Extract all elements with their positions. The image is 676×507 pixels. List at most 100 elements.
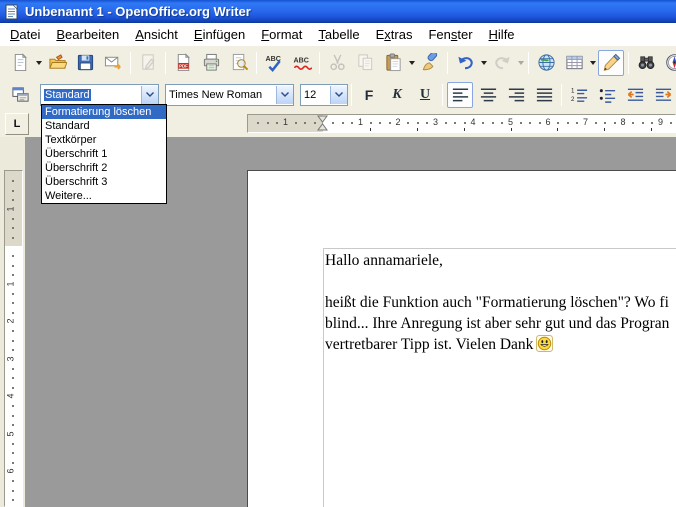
open-file-button[interactable] [44,50,70,76]
show-draw-functions-button[interactable] [598,50,624,76]
ruler-number: 1 [358,117,363,127]
style-dropdown-item[interactable]: Überschrift 3 [42,175,166,189]
align-right-icon [507,85,526,104]
font-size-combobox-value[interactable]: 12 [301,89,330,101]
menu-fenster[interactable]: Fenster [420,24,480,45]
indent-marker[interactable] [317,115,328,133]
spellcheck-button[interactable]: ABC [261,50,287,76]
ruler-tick [12,405,14,407]
combo-dropdown-button[interactable] [276,86,293,104]
text-line[interactable]: blind... Ihre Anregung ist aber sehr gut… [325,313,676,334]
menu-extras[interactable]: Extras [368,24,421,45]
toolbar-separator [447,52,448,74]
text-line[interactable]: vertretbarer Tipp ist. Vielen Dank [325,334,676,355]
ruler-number: 3 [6,356,16,361]
find-replace-button[interactable] [633,50,659,76]
align-justify-button[interactable] [531,82,557,108]
menu-datei[interactable]: Datei [2,24,48,45]
text-line[interactable]: Hallo annamariele, [325,250,676,271]
ruler-tick [12,424,14,426]
copy-pages-icon [356,53,375,72]
text-line[interactable]: heißt die Funktion auch "Formatierung lö… [325,292,676,313]
tab-stop-selector-button[interactable]: L [5,113,29,135]
vertical-ruler-column: 1123456 [0,137,25,507]
print-file-button[interactable] [198,50,224,76]
hyperlink-button[interactable] [533,50,559,76]
font-name-combobox-value[interactable]: Times New Roman [166,89,276,101]
style-dropdown-item[interactable]: Textkörper [42,133,166,147]
text-line[interactable] [325,271,676,292]
ruler-tick [12,227,14,229]
align-center-button[interactable] [475,82,501,108]
undo-button[interactable] [452,50,478,76]
paintbrush-icon [421,53,440,72]
increase-indent-button[interactable] [650,82,676,108]
document-text-area[interactable]: Hallo annamariele, heißt die Funktion auc… [323,248,676,507]
ruler-tick [314,122,316,124]
format-paintbrush-button[interactable] [417,50,443,76]
style-dropdown-item[interactable]: Standard [42,119,166,133]
navigator-button[interactable] [661,50,676,76]
page-preview-button[interactable] [226,50,252,76]
menu-tabelle[interactable]: Tabelle [310,24,367,45]
title-bar[interactable]: Unbenannt 1 - OpenOffice.org Writer [0,0,676,23]
send-email-button[interactable] [100,50,126,76]
styles-and-formatting-button[interactable] [7,82,33,108]
ruler-tick [426,122,428,124]
style-dropdown-item[interactable]: Überschrift 1 [42,147,166,161]
style-dropdown-item[interactable]: Überschrift 2 [42,161,166,175]
horizontal-ruler[interactable]: 1123456789 [247,114,676,133]
dropdown-arrow[interactable] [407,51,416,75]
ruler-tick [632,122,634,124]
menu-hilfe[interactable]: Hilfe [481,24,523,45]
underline-button[interactable]: U [412,82,438,108]
style-dropdown-item[interactable]: Formatierung löschen [42,105,166,119]
svg-text:2: 2 [570,96,574,103]
font-name-combobox[interactable]: Times New Roman [165,84,294,106]
underline-label: U [420,88,430,102]
ruler-tick [379,122,381,124]
ruler-tick [407,122,409,124]
ruler-tick [276,122,278,124]
bold-label: F [365,88,374,102]
align-right-button[interactable] [503,82,529,108]
dropdown-arrow[interactable] [588,51,597,75]
bold-button[interactable]: F [356,82,382,108]
numbered-list-button[interactable]: 12 [566,82,592,108]
align-left-button[interactable] [447,82,473,108]
ruler-tick [304,122,306,124]
auto-spellcheck-button[interactable]: ABC [289,50,315,76]
new-document-button[interactable] [7,50,33,76]
insert-table-button[interactable] [561,50,587,76]
ruler-tick [12,452,14,454]
dropdown-arrow[interactable] [34,51,43,75]
document-page[interactable]: Hallo annamariele, heißt die Funktion auc… [247,170,676,507]
dropdown-arrow[interactable] [479,51,488,75]
paragraph-style-combobox[interactable]: Standard [40,84,159,106]
bullet-list-icon [598,85,617,104]
combo-dropdown-button[interactable] [330,86,347,104]
ruler-number: 1 [6,281,16,286]
svg-text:PDF: PDF [179,64,188,69]
paste-button[interactable] [380,50,406,76]
vertical-ruler[interactable]: 1123456 [4,170,23,507]
paragraph-style-combobox-value[interactable]: Standard [41,89,141,101]
toolbar-separator [351,84,352,106]
ruler-tick [12,499,14,501]
ruler-tick [539,122,541,124]
combo-dropdown-button[interactable] [141,86,158,104]
save-document-button[interactable] [72,50,98,76]
default-tab-stop-mark [370,128,371,131]
decrease-indent-button[interactable] [622,82,648,108]
pdf-document-icon: PDF [174,53,193,72]
ruler-tick [12,237,14,239]
style-dropdown-item[interactable]: Weitere... [42,189,166,203]
menu-ansicht[interactable]: Ansicht [127,24,186,45]
bullet-list-button[interactable] [594,82,620,108]
menu-einfgen[interactable]: Einfügen [186,24,253,45]
export-pdf-button[interactable]: PDF [170,50,196,76]
menu-bearbeiten[interactable]: Bearbeiten [48,24,127,45]
italic-button[interactable]: K [384,82,410,108]
font-size-combobox[interactable]: 12 [300,84,348,106]
menu-format[interactable]: Format [253,24,310,45]
